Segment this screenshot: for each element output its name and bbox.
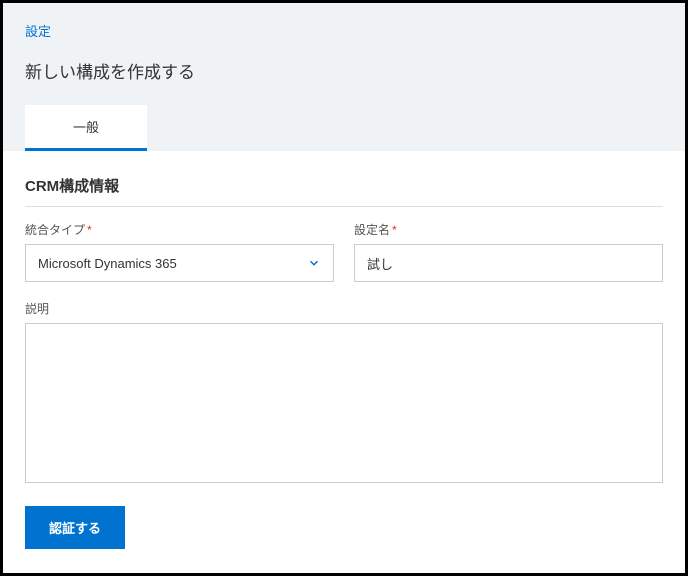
content-area: CRM構成情報 統合タイプ* Microsoft Dynamics 365 設定… [3, 151, 685, 573]
description-textarea[interactable] [25, 323, 663, 483]
breadcrumb-settings[interactable]: 設定 [25, 21, 663, 40]
config-name-input[interactable] [354, 244, 663, 282]
integration-type-select[interactable]: Microsoft Dynamics 365 [25, 244, 334, 282]
required-mark: * [87, 223, 92, 237]
page-title: 新しい構成を作成する [25, 58, 663, 83]
integration-type-label: 統合タイプ* [25, 221, 334, 238]
integration-type-value: Microsoft Dynamics 365 [38, 256, 307, 271]
description-label: 説明 [25, 300, 663, 317]
tab-general[interactable]: 一般 [25, 105, 147, 151]
authenticate-button[interactable]: 認証する [25, 506, 125, 549]
tabs-container: 一般 [25, 105, 663, 151]
config-name-label: 設定名* [354, 221, 663, 238]
chevron-down-icon [307, 256, 321, 270]
section-title: CRM構成情報 [25, 175, 663, 207]
required-mark: * [392, 223, 397, 237]
